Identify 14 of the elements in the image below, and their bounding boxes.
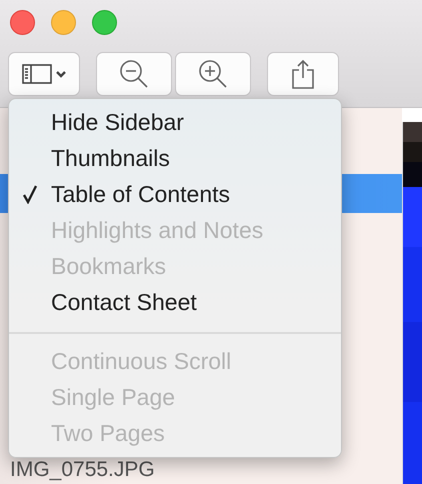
share-icon	[291, 59, 315, 89]
zoom-in-button[interactable]	[175, 52, 251, 96]
sidebar-button[interactable]	[8, 52, 80, 96]
zoom-in-icon	[198, 59, 228, 89]
zoom-out-button[interactable]	[96, 52, 172, 96]
menu-item[interactable]: Table of Contents	[9, 176, 341, 212]
menu-item[interactable]: Hide Sidebar	[9, 104, 341, 140]
file-name: IMG_0755.JPG	[9, 458, 156, 482]
close-button[interactable]	[10, 10, 35, 35]
zoom-out-icon	[119, 59, 149, 89]
sidebar-icon	[22, 64, 66, 84]
menu-item[interactable]: Thumbnails	[9, 140, 341, 176]
menu-item[interactable]: Contact Sheet	[9, 284, 341, 320]
share-button[interactable]	[267, 52, 339, 96]
